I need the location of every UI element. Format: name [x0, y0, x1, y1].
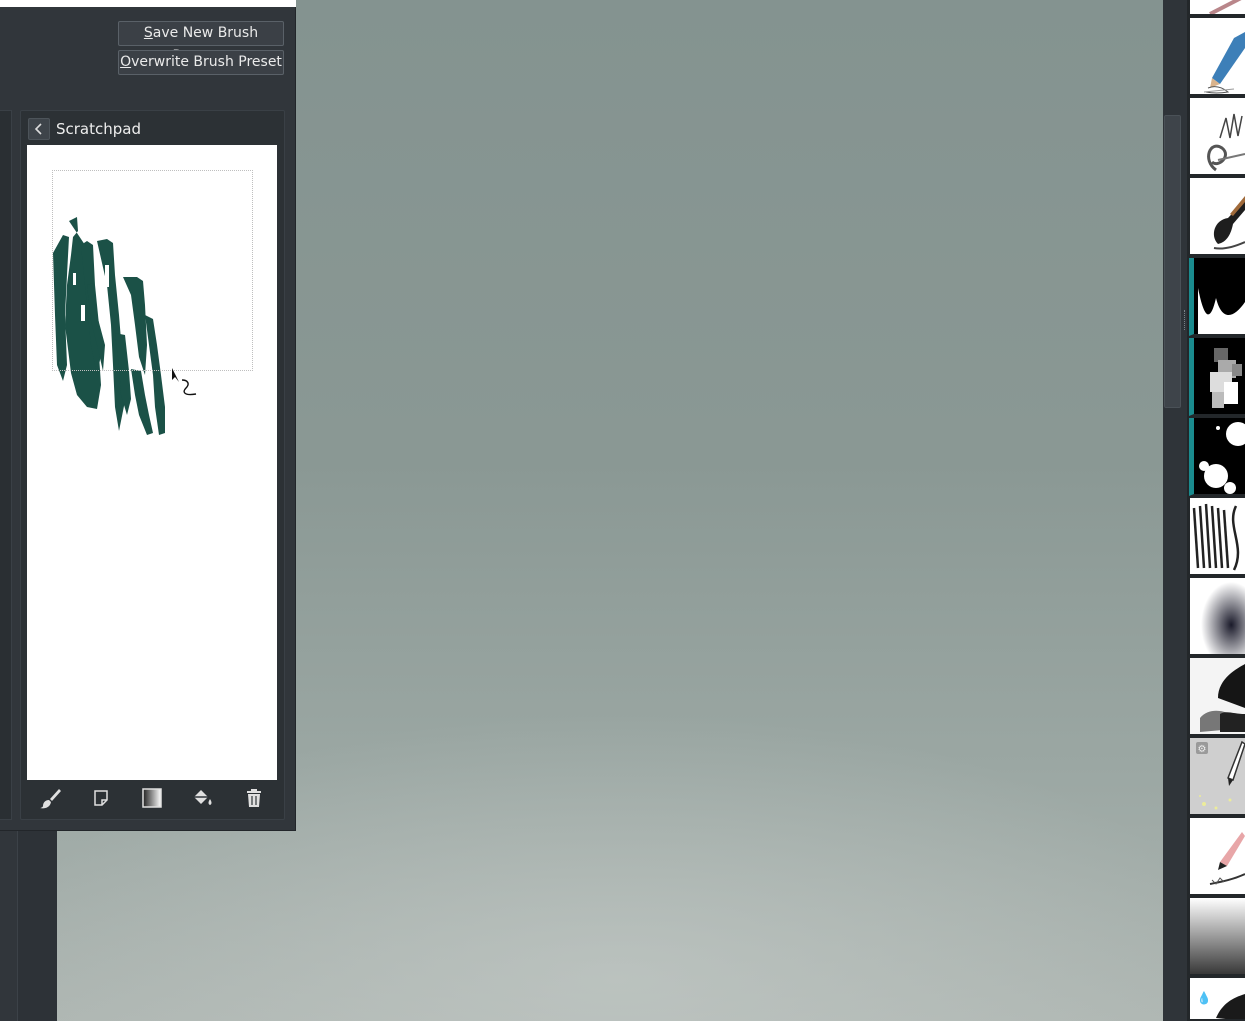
overwrite-preset-label: verwrite Brush Preset: [131, 54, 282, 70]
vertical-scrollbar-thumb[interactable]: [1164, 115, 1181, 408]
clear-page-icon: [94, 790, 108, 806]
brush-preset-pencil[interactable]: [1190, 18, 1245, 96]
chevron-left-icon: [34, 123, 42, 135]
brush-icon: [40, 789, 61, 809]
preview-bounds: [52, 170, 253, 371]
overwrite-brush-preset-button[interactable]: Overwrite Brush Preset: [118, 50, 284, 75]
airbrush-soft-icon: [1190, 578, 1245, 654]
smudge-blender-icon: [1190, 658, 1245, 734]
brush-editor-popup: Save New Brush Preset... Overwrite Brush…: [0, 0, 296, 831]
brush-preset-charcoal[interactable]: [1190, 818, 1245, 896]
svg-text:⚙: ⚙: [1198, 744, 1207, 755]
brush-preset-airbrush[interactable]: [1190, 578, 1245, 656]
texture-brush-icon: [1210, 348, 1242, 408]
brush-preset-spray[interactable]: [1190, 898, 1245, 976]
splitter-handle[interactable]: [1184, 310, 1186, 330]
fill-background-button[interactable]: [190, 786, 214, 810]
water-brush-icon: 💧: [1197, 991, 1245, 1019]
brush-preset-blender[interactable]: [1190, 658, 1245, 736]
brush-preset-water[interactable]: 💧: [1190, 978, 1245, 1021]
clear-scratchpad-button[interactable]: [89, 786, 113, 810]
settings-panel-edge: [0, 110, 12, 820]
svg-text:💧: 💧: [1197, 991, 1212, 1005]
brush-cursor-icon: [172, 368, 197, 396]
save-preset-mnemonic: S: [143, 25, 153, 41]
delete-scratchpad-button[interactable]: [242, 786, 266, 810]
brush-preset-bristle[interactable]: [1189, 258, 1245, 336]
gradient-icon: [142, 788, 162, 808]
bristle-shape-icon: [1198, 288, 1245, 334]
fill-gradient-button[interactable]: [140, 786, 164, 810]
scratchpad-title: Scratchpad: [56, 120, 141, 138]
sparkle-pen-icon: ⚙: [1190, 738, 1245, 814]
pencil-icon: [1203, 32, 1245, 94]
save-new-brush-preset-button[interactable]: Save New Brush Preset...: [118, 21, 284, 64]
paint-brush-icon: [1213, 196, 1245, 250]
fill-bucket-icon: [194, 790, 212, 805]
charcoal-pencil-icon: [1209, 832, 1245, 885]
brush-preset-bubbles[interactable]: [1189, 418, 1245, 496]
brush-preset-paint[interactable]: [1190, 178, 1245, 256]
paint-brush-tool-button[interactable]: [38, 786, 62, 810]
ink-pen-icon: [1207, 113, 1245, 172]
popup-top-edge: [0, 0, 296, 7]
brush-preset-texture[interactable]: [1189, 338, 1245, 416]
rope-pattern-icon: [1192, 503, 1240, 571]
trash-icon: [247, 789, 261, 807]
brush-preset-sparkle[interactable]: ⚙: [1190, 738, 1245, 816]
overwrite-preset-mnemonic: O: [120, 54, 132, 70]
pencil-icon: [1209, 0, 1242, 14]
spray-noise-icon: [1190, 898, 1245, 974]
left-docker-edge: [17, 830, 57, 1021]
brush-preset-rope[interactable]: [1190, 498, 1245, 576]
brush-preset-partial[interactable]: [1190, 0, 1245, 16]
bubbles-brush-icon: [1199, 422, 1245, 494]
brush-preset-ink[interactable]: [1190, 98, 1245, 176]
collapse-scratchpad-button[interactable]: [28, 118, 50, 140]
